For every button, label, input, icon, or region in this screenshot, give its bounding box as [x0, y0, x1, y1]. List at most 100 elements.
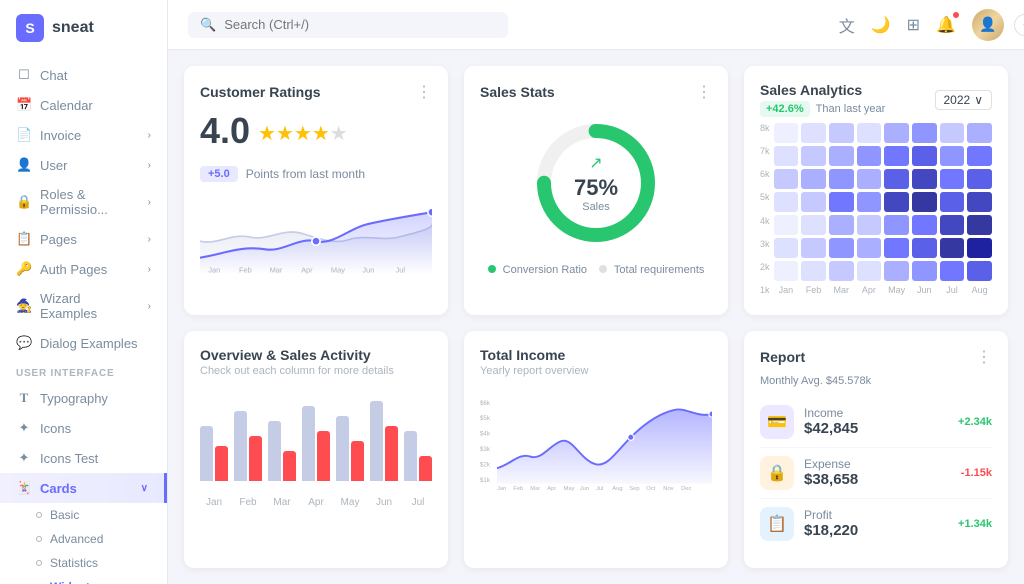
- icons-icon: ✦: [16, 420, 32, 436]
- sidebar-subitem-statistics[interactable]: Statistics: [0, 551, 167, 575]
- heatmap-cell: [912, 192, 937, 212]
- sidebar-item-wizard[interactable]: 🧙 Wizard Examples ›: [0, 284, 167, 328]
- card-title: Sales Analytics: [760, 82, 862, 98]
- overview-card: Overview & Sales Activity Check out each…: [184, 331, 448, 569]
- donut-container: ↗ 75% Sales Conversion Ratio Total requi…: [480, 110, 712, 276]
- heatmap-cell: [912, 215, 937, 235]
- heatmap-cell: [857, 261, 882, 281]
- heatmap-cell: [967, 123, 992, 143]
- sidebar-item-dialog[interactable]: 💬 Dialog Examples: [0, 328, 167, 358]
- sales-stats-card: Sales Stats ⋮ ↗ 75% Sa: [464, 66, 728, 315]
- sidebar-item-icons-test[interactable]: ✦ Icons Test: [0, 443, 167, 473]
- card-header: Customer Ratings ⋮: [200, 82, 432, 102]
- heatmap-cell: [940, 123, 965, 143]
- card-menu-button[interactable]: ⋮: [976, 347, 992, 367]
- sidebar-item-user[interactable]: 👤 User ›: [0, 150, 167, 180]
- heatmap-cell: [829, 169, 854, 189]
- sidebar-nav: ☐ Chat 📅 Calendar 📄 Invoice › 👤 User › 🔒…: [0, 56, 167, 584]
- sidebar-item-label: Invoice: [40, 128, 81, 143]
- invoice-icon: 📄: [16, 127, 32, 143]
- icons-test-icon: ✦: [16, 450, 32, 466]
- bar-gray: [370, 401, 383, 481]
- avatar-image: 👤: [972, 9, 1004, 41]
- heatmap-cell: [940, 169, 965, 189]
- sidebar-item-roles[interactable]: 🔒 Roles & Permissio... ›: [0, 180, 167, 224]
- donut-center: ↗ 75% Sales: [574, 153, 618, 213]
- sidebar-subitem-advanced[interactable]: Advanced: [0, 527, 167, 551]
- sidebar-item-cards[interactable]: 🃏 Cards ∨: [0, 473, 167, 503]
- sidebar-item-label: Icons: [40, 421, 71, 436]
- heatmap-cell: [912, 146, 937, 166]
- total-income-card: Total Income Yearly report overview $6k …: [464, 331, 728, 569]
- heatmap-labels: Jan Feb Mar Apr May Jun Jul Aug: [774, 285, 992, 295]
- bar-group: [404, 431, 432, 481]
- sidebar-subitem-widgets[interactable]: Widgets: [0, 575, 167, 584]
- sidebar-item-calendar[interactable]: 📅 Calendar: [0, 90, 167, 120]
- grid-icon[interactable]: ⊞: [907, 15, 920, 35]
- sidebar-item-chat[interactable]: ☐ Chat: [0, 60, 167, 90]
- card-menu-button[interactable]: ⋮: [416, 82, 432, 102]
- avatar[interactable]: 👤: [972, 9, 1004, 41]
- search-box[interactable]: 🔍: [188, 12, 508, 38]
- sidebar-item-icons[interactable]: ✦ Icons: [0, 413, 167, 443]
- bar-red: [249, 436, 262, 481]
- svg-text:Jul: Jul: [396, 266, 406, 275]
- svg-text:$2k: $2k: [480, 461, 491, 468]
- heatmap-cell: [774, 123, 799, 143]
- heatmap-cell: [801, 169, 826, 189]
- sidebar-item-label: User: [40, 158, 67, 173]
- chart-legend: Conversion Ratio Total requirements: [488, 264, 705, 276]
- heatmap-cell: [967, 215, 992, 235]
- sidebar-item-pages[interactable]: 📋 Pages ›: [0, 224, 167, 254]
- heatmap-cell: [967, 146, 992, 166]
- sidebar-item-label: Chat: [40, 68, 67, 83]
- sidebar-item-typography[interactable]: T Typography: [0, 383, 167, 413]
- profit-value: $18,220: [804, 522, 948, 539]
- card-menu-button[interactable]: ⋮: [696, 82, 712, 102]
- search-input[interactable]: [224, 17, 496, 32]
- expense-change: -1.15k: [961, 467, 992, 479]
- card-header: Overview & Sales Activity Check out each…: [200, 347, 432, 377]
- svg-text:Jul: Jul: [596, 485, 603, 491]
- expense-info: Expense $38,658: [804, 457, 951, 488]
- calendar-icon: 📅: [16, 97, 32, 113]
- rating-value: 4.0: [200, 110, 250, 152]
- heatmap-cell: [912, 123, 937, 143]
- heatmap-cell: [829, 215, 854, 235]
- bullet-icon: [36, 536, 42, 542]
- bar-red: [385, 426, 398, 481]
- dark-mode-icon[interactable]: 🌙: [871, 15, 891, 35]
- pages-icon: 📋: [16, 231, 32, 247]
- svg-text:$1k: $1k: [480, 477, 491, 484]
- heatmap-cell: [829, 192, 854, 212]
- sidebar-item-label: Icons Test: [40, 451, 98, 466]
- sidebar-item-auth[interactable]: 🔑 Auth Pages ›: [0, 254, 167, 284]
- heatmap-cell: [774, 215, 799, 235]
- card-header: Report ⋮: [760, 347, 992, 367]
- translate-icon[interactable]: 文: [839, 13, 855, 37]
- sidebar-subitem-basic[interactable]: Basic: [0, 503, 167, 527]
- heatmap-cell: [829, 261, 854, 281]
- logo-text: sneat: [52, 19, 94, 37]
- heatmap-y-labels: 8k 7k 6k 5k 4k 3k 2k 1k: [760, 123, 770, 295]
- heatmap-cell: [940, 238, 965, 258]
- legend-item-2: Total requirements: [599, 264, 704, 276]
- bar-group: [268, 421, 296, 481]
- svg-text:$4k: $4k: [480, 430, 491, 437]
- income-area-chart: $6k $5k $4k $3k $2k $1k Jan Feb Mar Apr …: [480, 385, 712, 505]
- heatmap-cell: [801, 215, 826, 235]
- card-header: Total Income Yearly report overview: [480, 347, 712, 377]
- wizard-icon: 🧙: [16, 298, 32, 314]
- profit-info: Profit $18,220: [804, 508, 948, 539]
- notification-icon[interactable]: 🔔: [936, 15, 956, 35]
- year-selector[interactable]: 2022 ∨: [935, 90, 993, 110]
- sidebar-item-label: Calendar: [40, 98, 93, 113]
- topbar: ‹ 🔍 文 🌙 ⊞ 🔔 👤: [168, 0, 1024, 50]
- sidebar-collapse-button[interactable]: ‹: [1014, 14, 1024, 36]
- sidebar-item-invoice[interactable]: 📄 Invoice ›: [0, 120, 167, 150]
- svg-text:Jan: Jan: [208, 266, 220, 275]
- bar-chart-labels: Jan Feb Mar Apr May Jun Jul: [200, 497, 432, 508]
- heatmap-cell: [829, 123, 854, 143]
- heatmap-cell: [967, 238, 992, 258]
- heatmap-cell: [967, 261, 992, 281]
